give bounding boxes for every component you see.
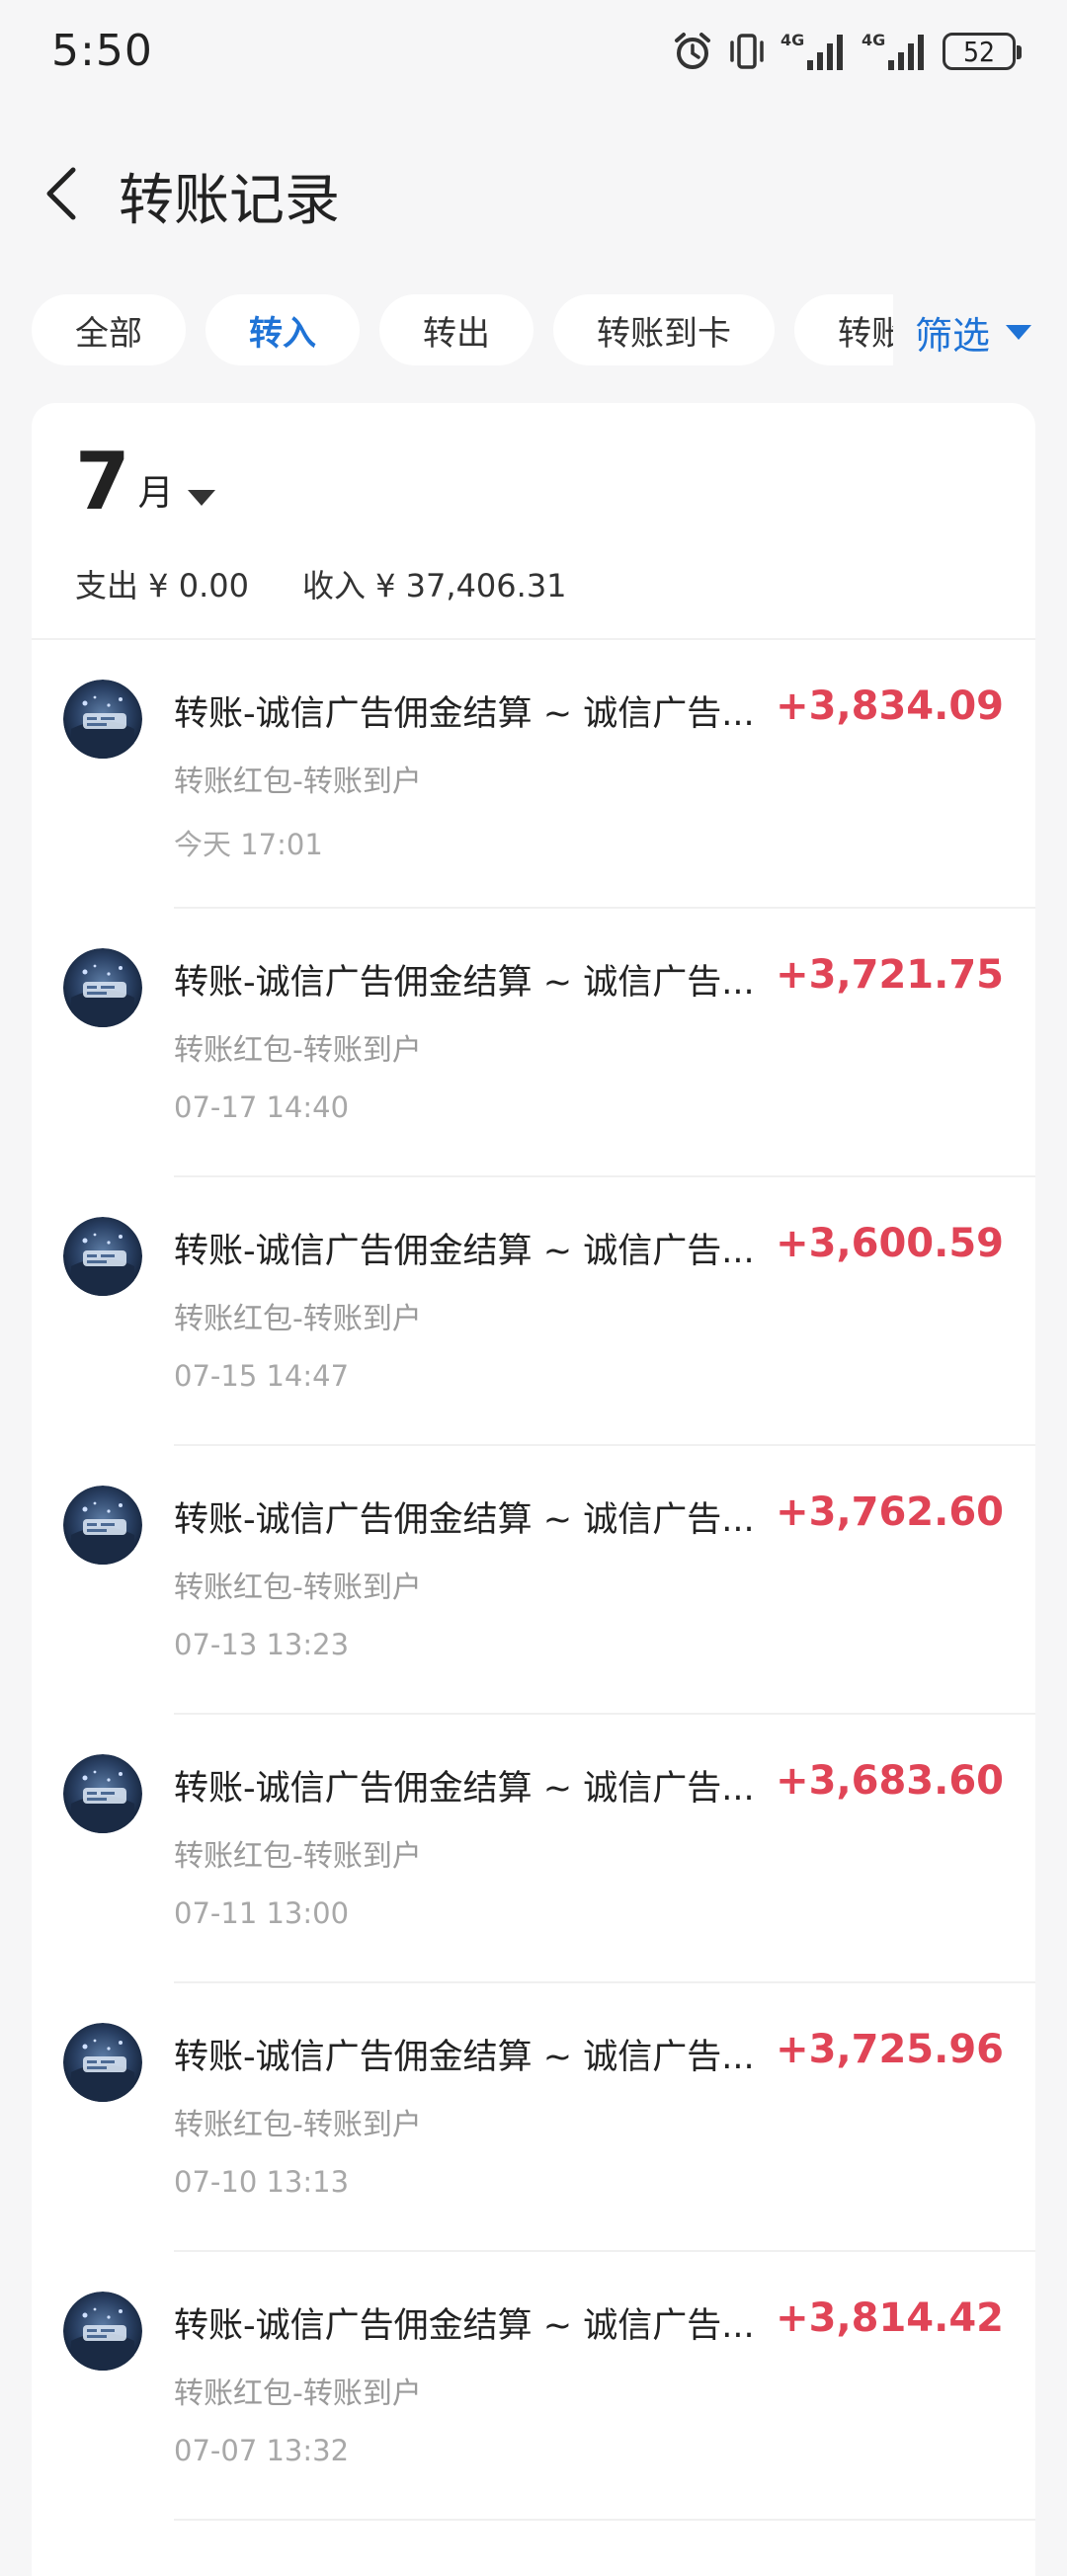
caret-down-icon — [1006, 324, 1032, 340]
page-title: 转账记录 — [119, 169, 340, 233]
tabs-scroll[interactable]: 全部转入转出转账到卡转账到银行卡 — [32, 294, 893, 369]
tab-to-bank-card[interactable]: 转账到银行卡 — [794, 294, 893, 365]
transaction-row[interactable]: 转账-诚信广告佣金结算 ~ 诚信广告... 转账红包-转账到户 07-07 13… — [32, 2252, 1035, 2521]
alarm-icon — [675, 33, 710, 69]
avatar — [63, 2023, 142, 2102]
transaction-row[interactable]: 转账-诚信广告佣金结算 ~ 诚信广告... 转账红包-转账到户 今天 17:01… — [32, 640, 1035, 909]
transaction-row[interactable]: 转账-诚信广告佣金结算 ~ 诚信广告... 转账红包-转账到户 07-15 14… — [32, 1177, 1035, 1446]
month-number: 7 — [75, 436, 130, 527]
back-button[interactable] — [30, 158, 99, 227]
transaction-title: 转账-诚信广告佣金结算 ~ 诚信广告... — [174, 2038, 755, 2077]
transaction-row[interactable]: 转账-诚信广告佣金结算 ~ 诚信广告... 转账红包-转账到户 07-13 13… — [32, 1446, 1035, 1715]
transaction-row[interactable]: 转账-诚信广告佣金结算 ~ 诚信广告... 转账红包-转账到户 07-17 14… — [32, 909, 1035, 1177]
transaction-title: 转账-诚信广告佣金结算 ~ 诚信广告... — [174, 963, 755, 1003]
avatar — [63, 948, 142, 1027]
status-time: 5:50 — [51, 26, 153, 76]
network-type-1: 4G — [780, 31, 805, 49]
transaction-amount: +3,683.60 — [776, 1758, 1004, 1804]
transaction-type: 转账红包-转账到户 — [174, 2376, 422, 2411]
transaction-amount: +3,762.60 — [776, 1489, 1004, 1535]
avatar — [63, 1754, 142, 1833]
transaction-amount: +3,725.96 — [776, 2027, 1004, 2072]
transaction-time: 07-15 14:47 — [174, 1359, 350, 1393]
avatar-image-icon — [63, 948, 142, 1027]
battery-level: 52 — [962, 35, 996, 68]
tab-outgoing[interactable]: 转出 — [379, 294, 534, 365]
chevron-left-icon — [46, 167, 76, 220]
transaction-type: 转账红包-转账到户 — [174, 765, 422, 799]
caret-down-icon — [187, 490, 215, 506]
signal-bars-1-icon — [807, 35, 843, 70]
transaction-title: 转账-诚信广告佣金结算 ~ 诚信广告... — [174, 694, 755, 734]
transaction-row[interactable]: 转账-诚信广告佣金结算 ~ 诚信广告... 转账红包-转账到户 07-11 13… — [32, 1715, 1035, 1983]
transaction-title: 转账-诚信广告佣金结算 ~ 诚信广告... — [174, 1232, 755, 1271]
status-icons: 4G 4G 52 — [672, 28, 1022, 75]
transaction-title: 转账-诚信广告佣金结算 ~ 诚信广告... — [174, 1769, 755, 1809]
filter-button[interactable]: 筛选 — [893, 294, 1067, 369]
avatar-image-icon — [63, 2023, 142, 2102]
avatar-image-icon — [63, 1754, 142, 1833]
avatar — [63, 1486, 142, 1565]
transaction-title: 转账-诚信广告佣金结算 ~ 诚信广告... — [174, 1500, 755, 1540]
filter-label: 筛选 — [915, 313, 991, 358]
transaction-row[interactable]: 转账-诚信广告佣金结算 ~ 诚信广告... 转账红包-转账到户 07-10 13… — [32, 1983, 1035, 2252]
transaction-time: 07-17 14:40 — [174, 1090, 350, 1124]
avatar-image-icon — [63, 1217, 142, 1296]
transaction-time: 07-11 13:00 — [174, 1896, 350, 1930]
transaction-title: 转账-诚信广告佣金结算 ~ 诚信广告... — [174, 2306, 755, 2346]
avatar — [63, 1217, 142, 1296]
transaction-time: 今天 17:01 — [174, 828, 323, 861]
transactions-card: 7 月 支出 ¥ 0.00 收入 ¥ 37,406.31 转账-诚信广告佣金结算… — [32, 403, 1035, 2576]
tab-all[interactable]: 全部 — [32, 294, 186, 365]
transaction-type: 转账红包-转账到户 — [174, 1302, 422, 1336]
transaction-time: 07-13 13:23 — [174, 1628, 350, 1661]
avatar-image-icon — [63, 2292, 142, 2371]
avatar-image-icon — [63, 680, 142, 759]
month-summary: 支出 ¥ 0.00 收入 ¥ 37,406.31 — [75, 561, 567, 606]
transaction-amount: +3,721.75 — [776, 952, 1004, 998]
month-unit: 月 — [137, 473, 174, 514]
cellular-signal-2: 4G — [862, 31, 929, 72]
avatar — [63, 2292, 142, 2371]
divider — [174, 2519, 1035, 2521]
signal-bars-2-icon — [888, 35, 924, 70]
battery-indicator: 52 — [943, 33, 1022, 70]
avatar-image-icon — [63, 1486, 142, 1565]
network-type-2: 4G — [862, 31, 886, 49]
transaction-list: 转账-诚信广告佣金结算 ~ 诚信广告... 转账红包-转账到户 今天 17:01… — [32, 640, 1035, 2521]
transaction-type: 转账红包-转账到户 — [174, 1033, 422, 1068]
expense-total: 支出 ¥ 0.00 — [75, 567, 249, 604]
transaction-type: 转账红包-转账到户 — [174, 1839, 422, 1874]
cellular-signal-1: 4G — [780, 31, 848, 72]
tab-incoming[interactable]: 转入 — [205, 294, 360, 365]
vibrate-icon — [730, 34, 764, 69]
status-bar: 5:50 4G 4G 52 — [0, 0, 1067, 109]
income-total: 收入 ¥ 37,406.31 — [301, 567, 567, 604]
filter-tabs: 全部转入转出转账到卡转账到银行卡 筛选 — [0, 294, 1067, 369]
avatar — [63, 680, 142, 759]
transaction-amount: +3,834.09 — [776, 684, 1004, 729]
tab-to-card[interactable]: 转账到卡 — [553, 294, 775, 365]
transaction-type: 转账红包-转账到户 — [174, 2108, 422, 2142]
month-selector[interactable]: 7 月 — [75, 443, 215, 522]
transaction-amount: +3,814.42 — [776, 2295, 1004, 2341]
transaction-time: 07-07 13:32 — [174, 2434, 350, 2467]
transaction-type: 转账红包-转账到户 — [174, 1570, 422, 1605]
nav-bar: 转账记录 — [0, 138, 1067, 247]
transaction-amount: +3,600.59 — [776, 1221, 1004, 1266]
transaction-time: 07-10 13:13 — [174, 2165, 350, 2199]
